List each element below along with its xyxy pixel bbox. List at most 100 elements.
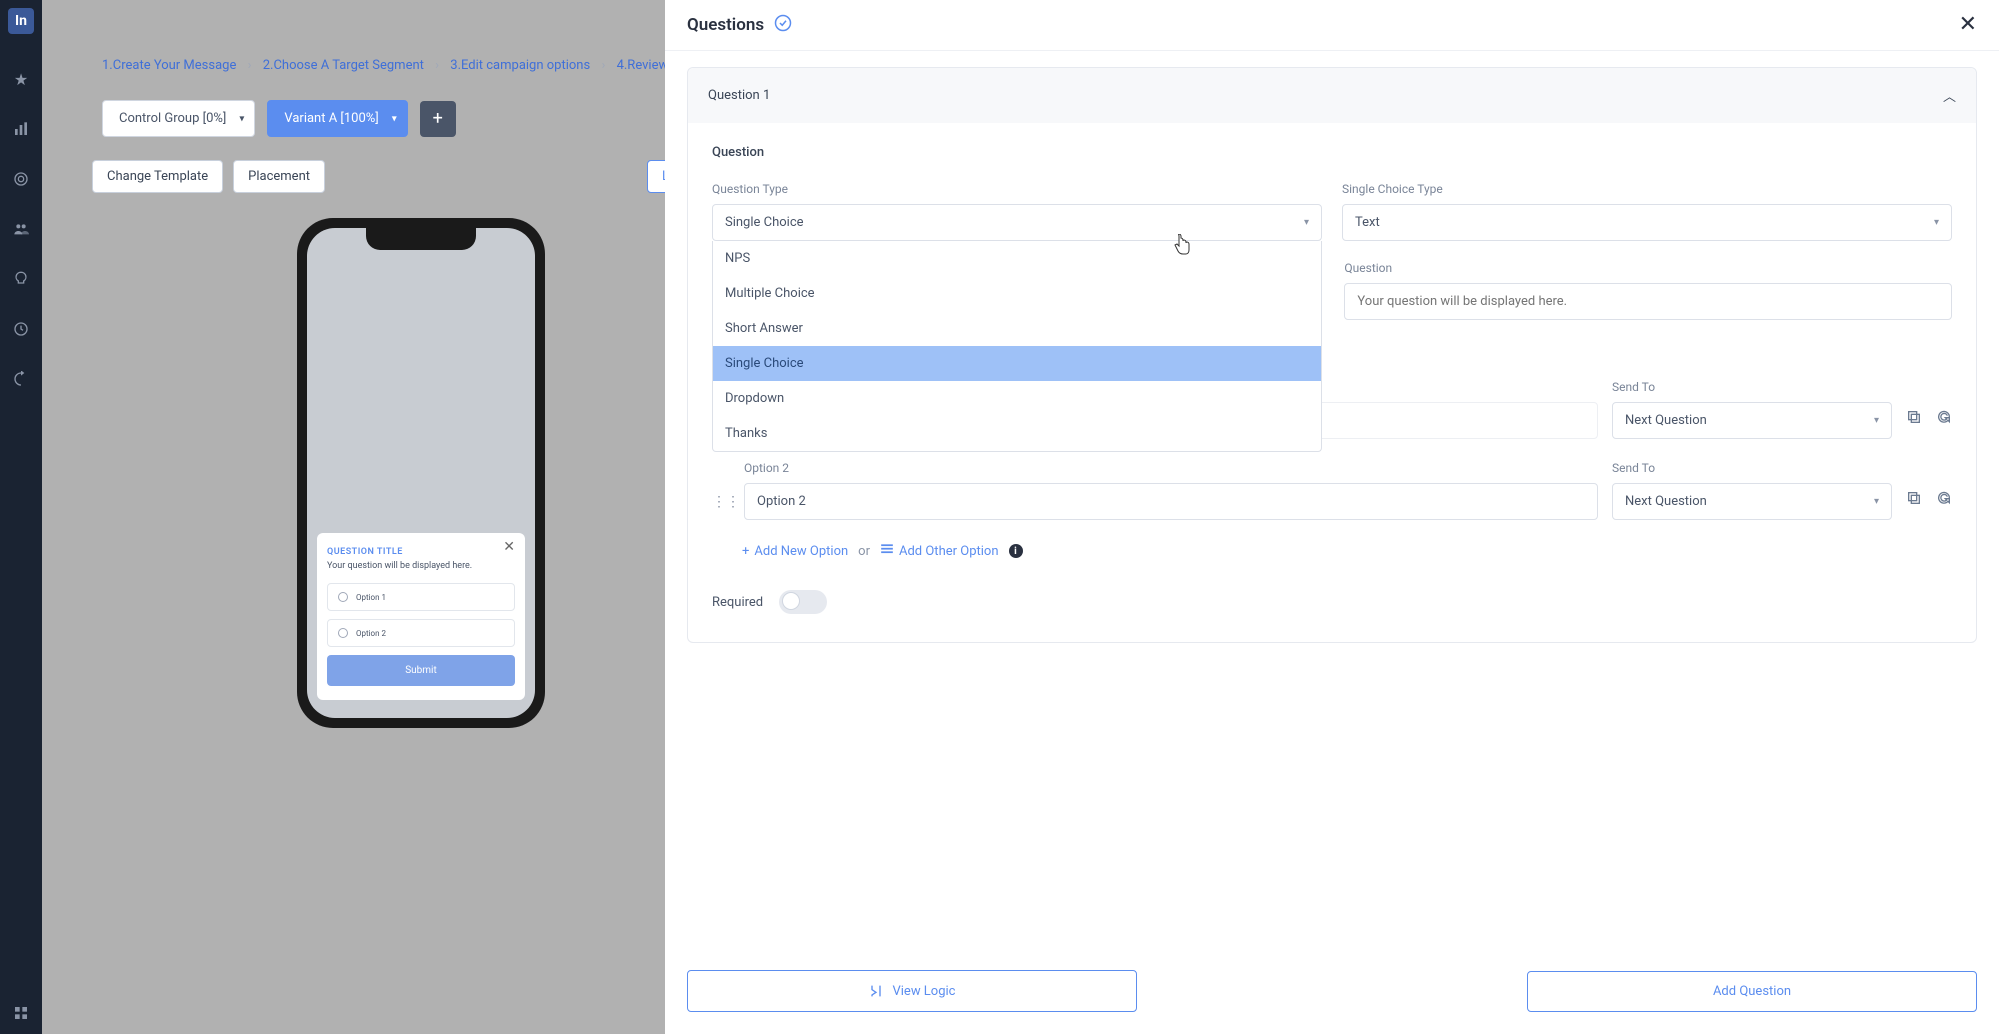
breadcrumb: 1.Create Your Message › 2.Choose A Targe…	[102, 58, 680, 73]
phone-submit-button[interactable]: Submit	[327, 655, 515, 686]
info-icon[interactable]: i	[1009, 544, 1023, 558]
change-template-button[interactable]: Change Template	[92, 160, 223, 193]
target-icon[interactable]	[10, 168, 32, 190]
dropdown-option-short-answer[interactable]: Short Answer	[713, 311, 1321, 346]
survey-card: ✕ QUESTION TITLE Your question will be d…	[317, 533, 525, 700]
send-to-select-2[interactable]: Next Question ▾	[1612, 483, 1892, 520]
grid-icon[interactable]	[10, 1002, 32, 1024]
question-type-select[interactable]: Single Choice ▾	[712, 204, 1322, 241]
required-toggle[interactable]	[779, 590, 827, 614]
chevron-right-icon: ›	[435, 58, 439, 73]
template-action-bar: Change Template Placement	[92, 160, 325, 193]
chevron-down-icon: ▾	[1934, 217, 1939, 228]
questions-panel: Questions ✕ Question 1 ︿ Question Questi…	[665, 0, 1999, 1034]
clock-icon[interactable]	[10, 318, 32, 340]
phone-notch	[366, 228, 476, 250]
add-variant-button[interactable]: +	[420, 101, 456, 137]
placement-button[interactable]: Placement	[233, 160, 325, 193]
bulb-icon[interactable]	[10, 268, 32, 290]
required-label: Required	[712, 595, 763, 610]
breadcrumb-step-3[interactable]: 3.Edit campaign options	[450, 58, 590, 73]
accordion-title: Question 1	[708, 88, 770, 103]
question-label: Question	[1344, 261, 1952, 275]
copy-icon[interactable]	[1906, 409, 1922, 429]
chevron-down-icon: ▾	[1304, 217, 1309, 228]
variant-a-select[interactable]: Variant A [100%] ▾	[267, 100, 407, 137]
breadcrumb-step-2[interactable]: 2.Choose A Target Segment	[263, 58, 424, 73]
add-new-option-button[interactable]: + Add New Option	[742, 544, 848, 559]
option-2-row: ⋮⋮ Option 2 Send To Next Question ▾	[712, 461, 1952, 520]
accordion-body: Question Question Type Single Choice ▾ N…	[688, 123, 1976, 642]
phone-option-2-label: Option 2	[356, 629, 386, 638]
section-question-label: Question	[712, 145, 1952, 160]
panel-body: Question 1 ︿ Question Question Type Sing…	[665, 51, 1999, 954]
dropdown-option-single-choice[interactable]: Single Choice	[713, 346, 1321, 381]
list-icon	[880, 542, 894, 560]
people-icon[interactable]	[10, 218, 32, 240]
app-logo[interactable]: In	[8, 8, 34, 34]
chevron-right-icon: ›	[248, 58, 252, 73]
option-2-label: Option 2	[744, 461, 1598, 475]
refresh-icon[interactable]	[1936, 409, 1952, 429]
single-choice-type-select[interactable]: Text ▾	[1342, 204, 1952, 241]
question-type-value: Single Choice	[725, 215, 804, 230]
question-type-label: Question Type	[712, 182, 1322, 196]
phone-screen: ✕ QUESTION TITLE Your question will be d…	[307, 228, 535, 718]
send-to-select-1[interactable]: Next Question ▾	[1612, 402, 1892, 439]
single-choice-type-value: Text	[1355, 215, 1380, 230]
dropdown-option-multiple-choice[interactable]: Multiple Choice	[713, 276, 1321, 311]
send-to-value-1: Next Question	[1625, 413, 1707, 428]
cursor-pointer-icon	[1172, 234, 1192, 263]
control-group-select[interactable]: Control Group [0%] ▾	[102, 100, 255, 137]
copy-icon[interactable]	[1906, 490, 1922, 510]
refresh-icon[interactable]	[1936, 490, 1952, 510]
phone-option-1[interactable]: Option 1	[327, 583, 515, 611]
dropdown-option-nps[interactable]: NPS	[713, 241, 1321, 276]
view-logic-label: View Logic	[892, 984, 955, 999]
chevron-down-icon: ▾	[392, 113, 397, 124]
phone-mockup: ✕ QUESTION TITLE Your question will be d…	[297, 218, 545, 728]
star-icon[interactable]: ★	[10, 68, 32, 90]
chevron-down-icon: ▾	[1874, 496, 1879, 507]
plus-icon: +	[742, 544, 749, 559]
chevron-down-icon: ▾	[239, 113, 244, 124]
question-title-label: QUESTION TITLE	[327, 547, 515, 557]
add-new-option-label: Add New Option	[754, 544, 848, 559]
phone-option-1-label: Option 1	[356, 593, 386, 602]
phone-option-2[interactable]: Option 2	[327, 619, 515, 647]
single-choice-type-label: Single Choice Type	[1342, 182, 1952, 196]
dropdown-option-thanks[interactable]: Thanks	[713, 416, 1321, 451]
send-to-label-2: Send To	[1612, 461, 1892, 475]
add-option-row: + Add New Option or Add Other Option i	[742, 542, 1952, 560]
close-icon[interactable]: ✕	[503, 539, 515, 555]
dropdown-option-dropdown[interactable]: Dropdown	[713, 381, 1321, 416]
panel-header: Questions ✕	[665, 0, 1999, 51]
radio-icon	[338, 628, 348, 638]
add-other-option-label: Add Other Option	[899, 544, 999, 559]
drag-handle-icon[interactable]: ⋮⋮	[712, 494, 730, 510]
breadcrumb-step-1[interactable]: 1.Create Your Message	[102, 58, 236, 73]
panel-title: Questions	[687, 14, 792, 36]
chevron-right-icon: ›	[601, 58, 605, 73]
required-row: Required	[712, 590, 1952, 614]
refresh-icon[interactable]	[10, 368, 32, 390]
chart-icon[interactable]	[10, 118, 32, 140]
panel-title-text: Questions	[687, 15, 764, 35]
chevron-up-icon: ︿	[1943, 86, 1956, 105]
question-input[interactable]	[1344, 283, 1952, 320]
question-description: Your question will be displayed here.	[327, 561, 515, 571]
left-sidebar: In ★	[0, 0, 42, 1034]
add-question-button[interactable]: Add Question	[1527, 971, 1977, 1012]
control-group-label: Control Group [0%]	[119, 111, 226, 126]
question-type-dropdown: NPS Multiple Choice Short Answer Single …	[712, 241, 1322, 452]
close-panel-button[interactable]: ✕	[1959, 14, 1977, 36]
or-text: or	[858, 544, 870, 559]
accordion-header[interactable]: Question 1 ︿	[688, 68, 1976, 123]
option-2-input[interactable]	[744, 483, 1598, 520]
view-logic-button[interactable]: View Logic	[687, 970, 1137, 1012]
send-to-value-2: Next Question	[1625, 494, 1707, 509]
add-other-option-button[interactable]: Add Other Option	[880, 542, 999, 560]
variant-bar: Control Group [0%] ▾ Variant A [100%] ▾ …	[102, 100, 456, 137]
toggle-knob	[782, 592, 800, 610]
send-to-label-1: Send To	[1612, 380, 1892, 394]
